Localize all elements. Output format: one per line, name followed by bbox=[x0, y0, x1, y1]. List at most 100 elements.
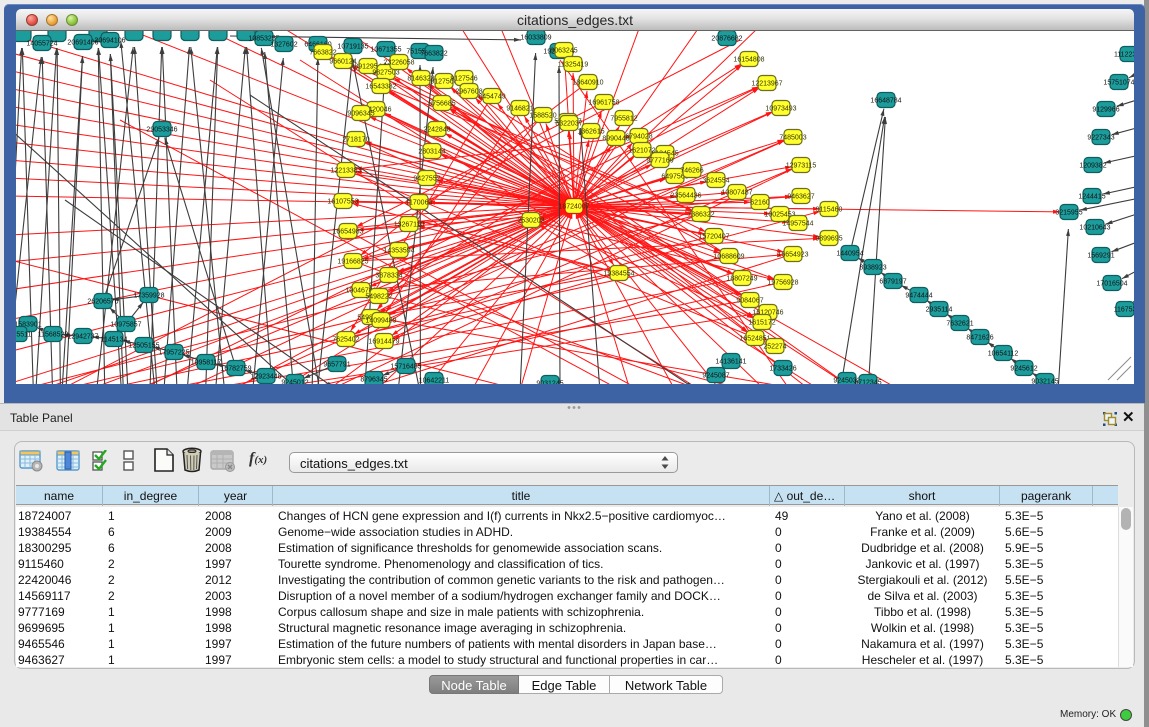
svg-text:1327602: 1327602 bbox=[270, 41, 297, 48]
svg-text:7386322: 7386322 bbox=[687, 211, 714, 218]
svg-text:15751074: 15751074 bbox=[1103, 79, 1134, 86]
svg-text:2530203: 2530203 bbox=[517, 217, 544, 224]
svg-text:8796345: 8796345 bbox=[360, 376, 387, 383]
svg-text:746266: 746266 bbox=[680, 167, 703, 174]
svg-text:2242848: 2242848 bbox=[423, 126, 450, 133]
svg-text:16914479: 16914479 bbox=[368, 338, 399, 345]
svg-text:12973115: 12973115 bbox=[786, 162, 817, 169]
svg-text:2718170: 2718170 bbox=[342, 136, 369, 143]
svg-text:9245012: 9245012 bbox=[281, 379, 308, 384]
svg-text:9474444: 9474444 bbox=[905, 292, 932, 299]
svg-text:23564436: 23564436 bbox=[670, 192, 701, 199]
svg-text:10210643: 10210643 bbox=[1079, 224, 1110, 231]
svg-text:10654112: 10654112 bbox=[988, 350, 1019, 357]
svg-text:8454749: 8454749 bbox=[478, 93, 505, 100]
svg-text:8712345: 8712345 bbox=[854, 379, 881, 384]
svg-text:17016504: 17016504 bbox=[1096, 280, 1127, 287]
svg-text:7663822: 7663822 bbox=[309, 49, 336, 56]
svg-text:19166825: 19166825 bbox=[337, 258, 368, 265]
svg-text:9084067: 9084067 bbox=[736, 297, 763, 304]
svg-text:116753: 116753 bbox=[1114, 306, 1134, 313]
svg-text:10719135: 10719135 bbox=[337, 43, 368, 50]
svg-text:2935114: 2935114 bbox=[926, 306, 953, 313]
svg-text:16033809: 16033809 bbox=[520, 34, 551, 41]
svg-text:14055724: 14055724 bbox=[26, 40, 57, 47]
svg-text:10975857: 10975857 bbox=[110, 321, 141, 328]
svg-text:6756685: 6756685 bbox=[428, 100, 455, 107]
svg-text:3878334: 3878334 bbox=[375, 272, 402, 279]
svg-text:9115460: 9115460 bbox=[816, 206, 843, 213]
svg-text:6879197: 6879197 bbox=[879, 278, 906, 285]
svg-text:15716485: 15716485 bbox=[390, 363, 421, 370]
svg-text:9777169: 9777169 bbox=[646, 157, 673, 164]
svg-text:8938923: 8938923 bbox=[859, 264, 886, 271]
svg-text:1615172: 1615172 bbox=[748, 319, 775, 326]
svg-text:9245087: 9245087 bbox=[702, 372, 729, 379]
svg-text:9032145: 9032145 bbox=[1031, 378, 1058, 384]
svg-text:18724007: 18724007 bbox=[558, 203, 589, 210]
svg-text:9127546: 9127546 bbox=[450, 75, 477, 82]
svg-text:16961758: 16961758 bbox=[588, 99, 619, 106]
svg-text:7955812: 7955812 bbox=[610, 115, 637, 122]
svg-text:7632621: 7632621 bbox=[946, 320, 973, 327]
svg-text:10671355: 10671355 bbox=[370, 46, 401, 53]
svg-text:7663822: 7663822 bbox=[420, 50, 447, 57]
svg-text:9427552: 9427552 bbox=[413, 175, 440, 182]
svg-text:5322037: 5322037 bbox=[555, 120, 582, 127]
svg-text:1362615: 1362615 bbox=[577, 128, 604, 135]
svg-text:18640910: 18640910 bbox=[572, 79, 603, 86]
svg-text:20694106: 20694106 bbox=[94, 37, 125, 44]
svg-text:1170064: 1170064 bbox=[406, 199, 433, 206]
svg-text:1569291: 1569291 bbox=[1087, 252, 1114, 259]
svg-text:29053346: 29053346 bbox=[146, 126, 177, 133]
svg-text:19756928: 19756928 bbox=[767, 279, 798, 286]
svg-text:15720407: 15720407 bbox=[698, 233, 729, 240]
svg-text:6794028: 6794028 bbox=[625, 133, 652, 140]
svg-text:17359928: 17359928 bbox=[133, 292, 164, 299]
svg-text:3215955: 3215955 bbox=[1055, 209, 1082, 216]
svg-text:5498222: 5498222 bbox=[365, 293, 392, 300]
svg-text:16654923: 16654923 bbox=[777, 251, 808, 258]
svg-text:16543382: 16543382 bbox=[365, 83, 396, 90]
svg-text:11325419: 11325419 bbox=[558, 61, 589, 68]
svg-text:3624554: 3624554 bbox=[702, 177, 729, 184]
svg-text:1145134: 1145134 bbox=[101, 336, 128, 343]
svg-text:10973493: 10973493 bbox=[765, 105, 796, 112]
svg-text:9146821: 9146821 bbox=[506, 105, 533, 112]
svg-text:1733426: 1733426 bbox=[769, 365, 796, 372]
svg-text:10688609: 10688609 bbox=[713, 253, 744, 260]
svg-text:16654983: 16654983 bbox=[332, 228, 363, 235]
svg-text:12942737: 12942737 bbox=[67, 333, 98, 340]
svg-text:13267110: 13267110 bbox=[394, 221, 425, 228]
svg-text:20876682: 20876682 bbox=[711, 35, 742, 42]
svg-text:1440954: 1440954 bbox=[836, 250, 863, 257]
svg-text:17957225: 17957225 bbox=[158, 349, 189, 356]
svg-text:9899695: 9899695 bbox=[815, 235, 842, 242]
svg-text:9915511: 9915511 bbox=[16, 331, 31, 338]
svg-text:11568529: 11568529 bbox=[38, 331, 69, 338]
svg-text:1209382: 1209382 bbox=[1079, 162, 1106, 169]
svg-text:252274: 252274 bbox=[763, 343, 786, 350]
svg-text:12213967: 12213967 bbox=[751, 80, 782, 87]
svg-text:9031245: 9031245 bbox=[536, 380, 563, 384]
svg-text:9227343: 9227343 bbox=[1087, 134, 1114, 141]
svg-text:12505155: 12505155 bbox=[128, 342, 159, 349]
svg-text:26206576: 26206576 bbox=[87, 298, 118, 305]
svg-text:7485003: 7485003 bbox=[779, 134, 806, 141]
svg-text:23226058: 23226058 bbox=[383, 59, 414, 66]
svg-text:10807487: 10807487 bbox=[721, 189, 752, 196]
svg-text:9827503: 9827503 bbox=[372, 69, 399, 76]
svg-text:12213383: 12213383 bbox=[330, 167, 361, 174]
svg-text:14099489: 14099489 bbox=[365, 317, 396, 324]
svg-text:1588520: 1588520 bbox=[529, 112, 556, 119]
svg-text:9096345: 9096345 bbox=[347, 110, 374, 117]
svg-text:16782759: 16782759 bbox=[220, 365, 251, 372]
svg-text:2803144: 2803144 bbox=[418, 148, 445, 155]
svg-text:11122334: 11122334 bbox=[1114, 51, 1134, 58]
svg-text:16648784: 16648784 bbox=[870, 97, 901, 104]
svg-text:7625402: 7625402 bbox=[332, 336, 359, 343]
svg-text:62160: 62160 bbox=[750, 199, 770, 206]
svg-text:8471626: 8471626 bbox=[966, 334, 993, 341]
svg-text:14957544: 14957544 bbox=[782, 220, 813, 227]
svg-text:19384554: 19384554 bbox=[603, 270, 634, 277]
